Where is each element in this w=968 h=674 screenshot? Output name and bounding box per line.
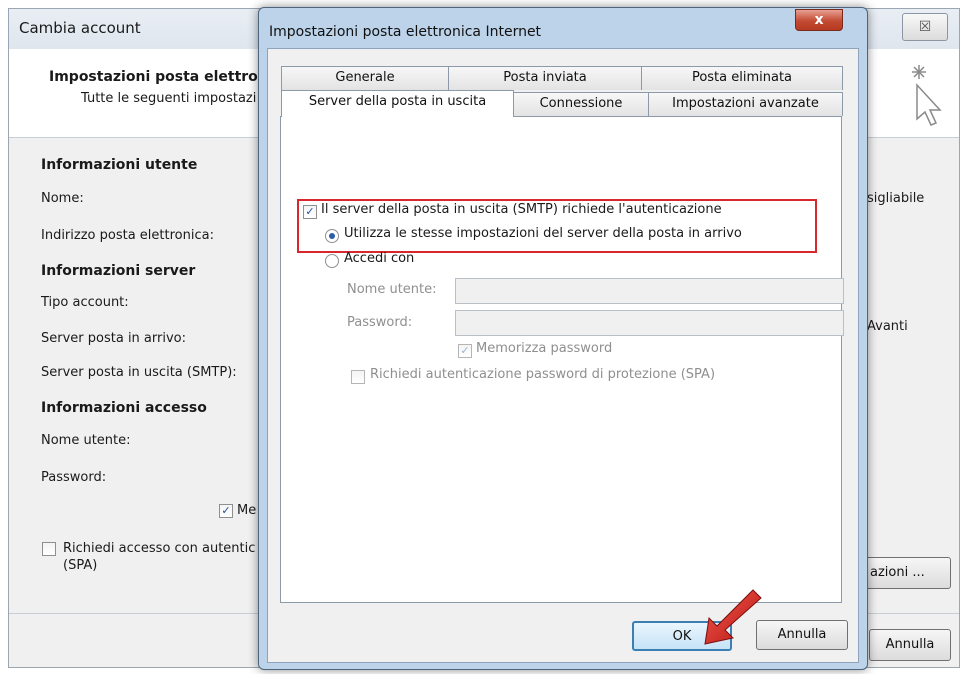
remember-password-label: Memorizza password	[476, 341, 613, 356]
password-input[interactable]	[455, 310, 844, 336]
spa-label-line2: (SPA)	[63, 558, 98, 573]
spa-checkbox[interactable]	[42, 542, 56, 556]
right-partial-text-1: sigliabile	[867, 191, 925, 206]
email-label: Indirizzo posta elettronica:	[41, 228, 214, 243]
internet-email-settings-dialog: Impostazioni posta elettronica Internet …	[258, 7, 868, 670]
more-settings-button[interactable]: azioni ...	[861, 557, 951, 589]
cancel-button[interactable]: Annulla	[756, 620, 848, 650]
password-label: Password:	[347, 315, 413, 330]
login-with-label: Accedi con	[344, 251, 415, 266]
user-info-section-heading: Informazioni utente	[41, 157, 198, 173]
same-settings-label: Utilizza le stesse impostazioni del serv…	[344, 226, 742, 241]
login-info-section-heading: Informazioni accesso	[41, 400, 207, 416]
background-cancel-button[interactable]: Annulla	[869, 629, 951, 661]
tab-posta-eliminata[interactable]: Posta eliminata	[641, 66, 843, 90]
same-settings-radio[interactable]	[325, 229, 339, 243]
background-header-title: Impostazioni posta elettro	[49, 69, 258, 85]
dialog-title: Impostazioni posta elettronica Internet	[269, 24, 542, 40]
spa-checkbox[interactable]	[351, 370, 365, 384]
tab-impostazioni-avanzate[interactable]: Impostazioni avanzate	[648, 92, 843, 116]
username-label: Nome utente:	[41, 433, 131, 448]
tab-posta-inviata[interactable]: Posta inviata	[448, 66, 642, 90]
remember-password-partial-label: Me	[237, 503, 257, 518]
tab-server-posta-uscita[interactable]: Server della posta in uscita	[281, 90, 514, 117]
smtp-auth-checkbox[interactable]: ✓	[303, 205, 317, 219]
wizard-cursor-icon	[912, 65, 942, 126]
username-input[interactable]	[455, 278, 844, 304]
tab-connessione[interactable]: Connessione	[513, 92, 649, 116]
annotation-arrow-icon	[704, 589, 762, 645]
tab-generale[interactable]: Generale	[281, 66, 449, 90]
account-type-label: Tipo account:	[41, 295, 129, 310]
background-dialog-title: Cambia account	[19, 19, 141, 37]
remember-password-checkbox[interactable]: ✓	[219, 504, 233, 518]
background-header-subtitle: Tutte le seguenti impostazi	[81, 91, 257, 106]
server-info-section-heading: Informazioni server	[41, 263, 196, 279]
background-close-button[interactable]: ☒	[902, 13, 948, 41]
tab-panel: ✓ Il server della posta in uscita (SMTP)…	[280, 116, 844, 603]
smtp-auth-label: Il server della posta in uscita (SMTP) r…	[321, 202, 722, 217]
outgoing-server-label: Server posta in uscita (SMTP):	[41, 365, 237, 380]
close-button[interactable]: x	[795, 9, 843, 31]
spa-label: Richiedi autenticazione password di prot…	[370, 367, 716, 382]
right-partial-text-2: Avanti	[867, 319, 908, 334]
username-label: Nome utente:	[347, 282, 437, 297]
name-label: Nome:	[41, 191, 84, 206]
spa-label-line1: Richiedi accesso con autentic	[63, 541, 256, 556]
login-with-radio[interactable]	[325, 254, 339, 268]
password-label: Password:	[41, 470, 107, 485]
incoming-server-label: Server posta in arrivo:	[41, 331, 186, 346]
dialog-client-area: Generale Posta inviata Posta eliminata S…	[267, 48, 859, 663]
remember-password-checkbox[interactable]: ✓	[458, 344, 472, 358]
